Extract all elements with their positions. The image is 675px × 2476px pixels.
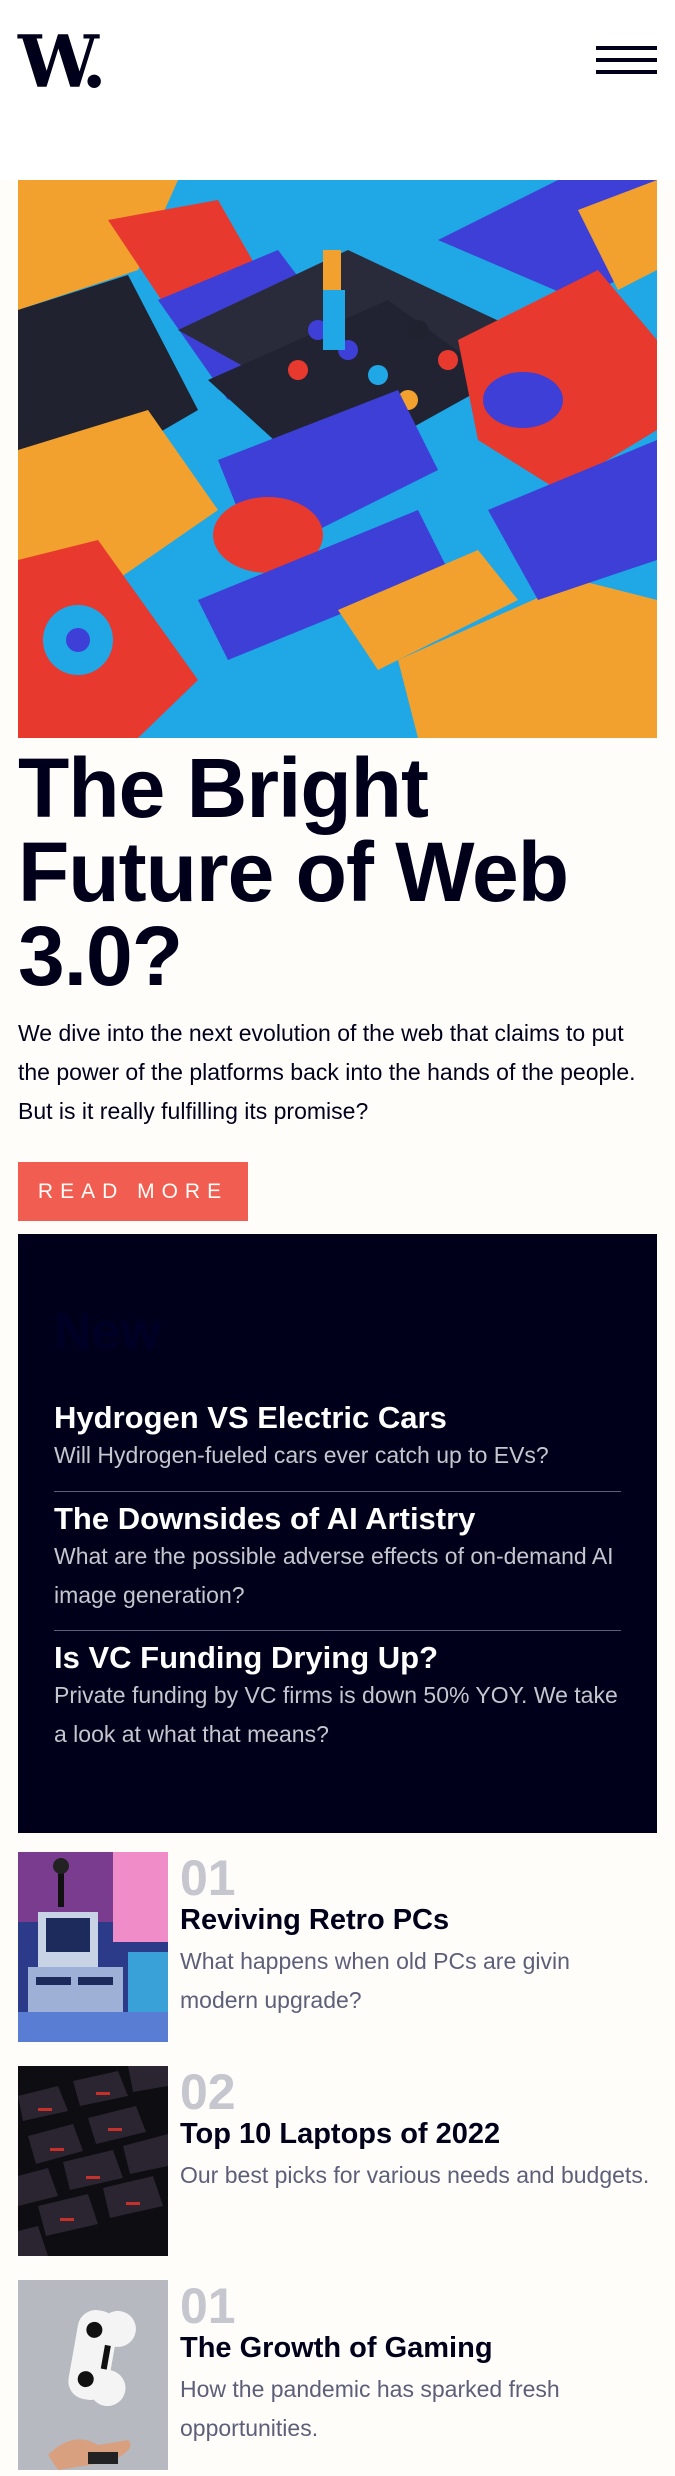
article-item-retro-pcs[interactable]: 01 Reviving Retro PCs What happens when … (18, 1850, 657, 2042)
new-item-title[interactable]: The Downsides of AI Artistry (54, 1501, 621, 1537)
article-description: What happens when old PCs are givin mode… (180, 1948, 570, 2013)
new-item-text: Private funding by VC firms is down 50% … (54, 1682, 618, 1747)
new-item-hydrogen[interactable]: Hydrogen VS Electric Cars Will Hydrogen-… (54, 1400, 621, 1475)
new-item-ai-artistry[interactable]: The Downsides of AI Artistry What are th… (54, 1501, 621, 1615)
article-description: Our best picks for various needs and bud… (180, 2162, 650, 2188)
hero-image (18, 180, 657, 738)
article-item-laptops[interactable]: 02 Top 10 Laptops of 2022 Our best picks… (18, 2064, 657, 2256)
article-title[interactable]: Reviving Retro PCs (180, 1902, 449, 1938)
hamburger-menu-icon[interactable] (596, 46, 657, 76)
article-title[interactable]: The Growth of Gaming (180, 2330, 493, 2366)
article-title[interactable]: Top 10 Laptops of 2022 (180, 2116, 500, 2152)
article-item-gaming[interactable]: 01 The Growth of Gaming How the pandemic… (18, 2278, 657, 2470)
site-header: W. (0, 0, 675, 180)
new-item-title[interactable]: Is VC Funding Drying Up? (54, 1640, 621, 1676)
laptop-keyboard-image (18, 2066, 168, 2256)
divider (54, 1630, 621, 1631)
new-item-text: What are the possible adverse effects of… (54, 1543, 614, 1608)
new-panel-heading: New (54, 1303, 161, 1361)
hero-description: We dive into the next evolution of the w… (18, 1020, 636, 1124)
article-description: How the pandemic has sparked fresh oppor… (180, 2376, 560, 2441)
game-controller-image (18, 2280, 168, 2470)
logo[interactable]: W. (18, 22, 107, 102)
new-item-text: Will Hydrogen-fueled cars ever catch up … (54, 1442, 549, 1468)
read-more-button[interactable]: READ MORE (18, 1162, 248, 1221)
article-number: 01 (180, 2278, 236, 2334)
hero-title: The Bright Future of Web 3.0? (18, 741, 569, 1003)
article-number: 01 (180, 1850, 236, 1906)
retro-pc-image (18, 1852, 168, 2042)
new-articles-panel: New Hydrogen VS Electric Cars Will Hydro… (18, 1234, 657, 1833)
new-item-vc-funding[interactable]: Is VC Funding Drying Up? Private funding… (54, 1640, 621, 1754)
new-item-title[interactable]: Hydrogen VS Electric Cars (54, 1400, 621, 1436)
divider (54, 1491, 621, 1492)
article-number: 02 (180, 2064, 236, 2120)
